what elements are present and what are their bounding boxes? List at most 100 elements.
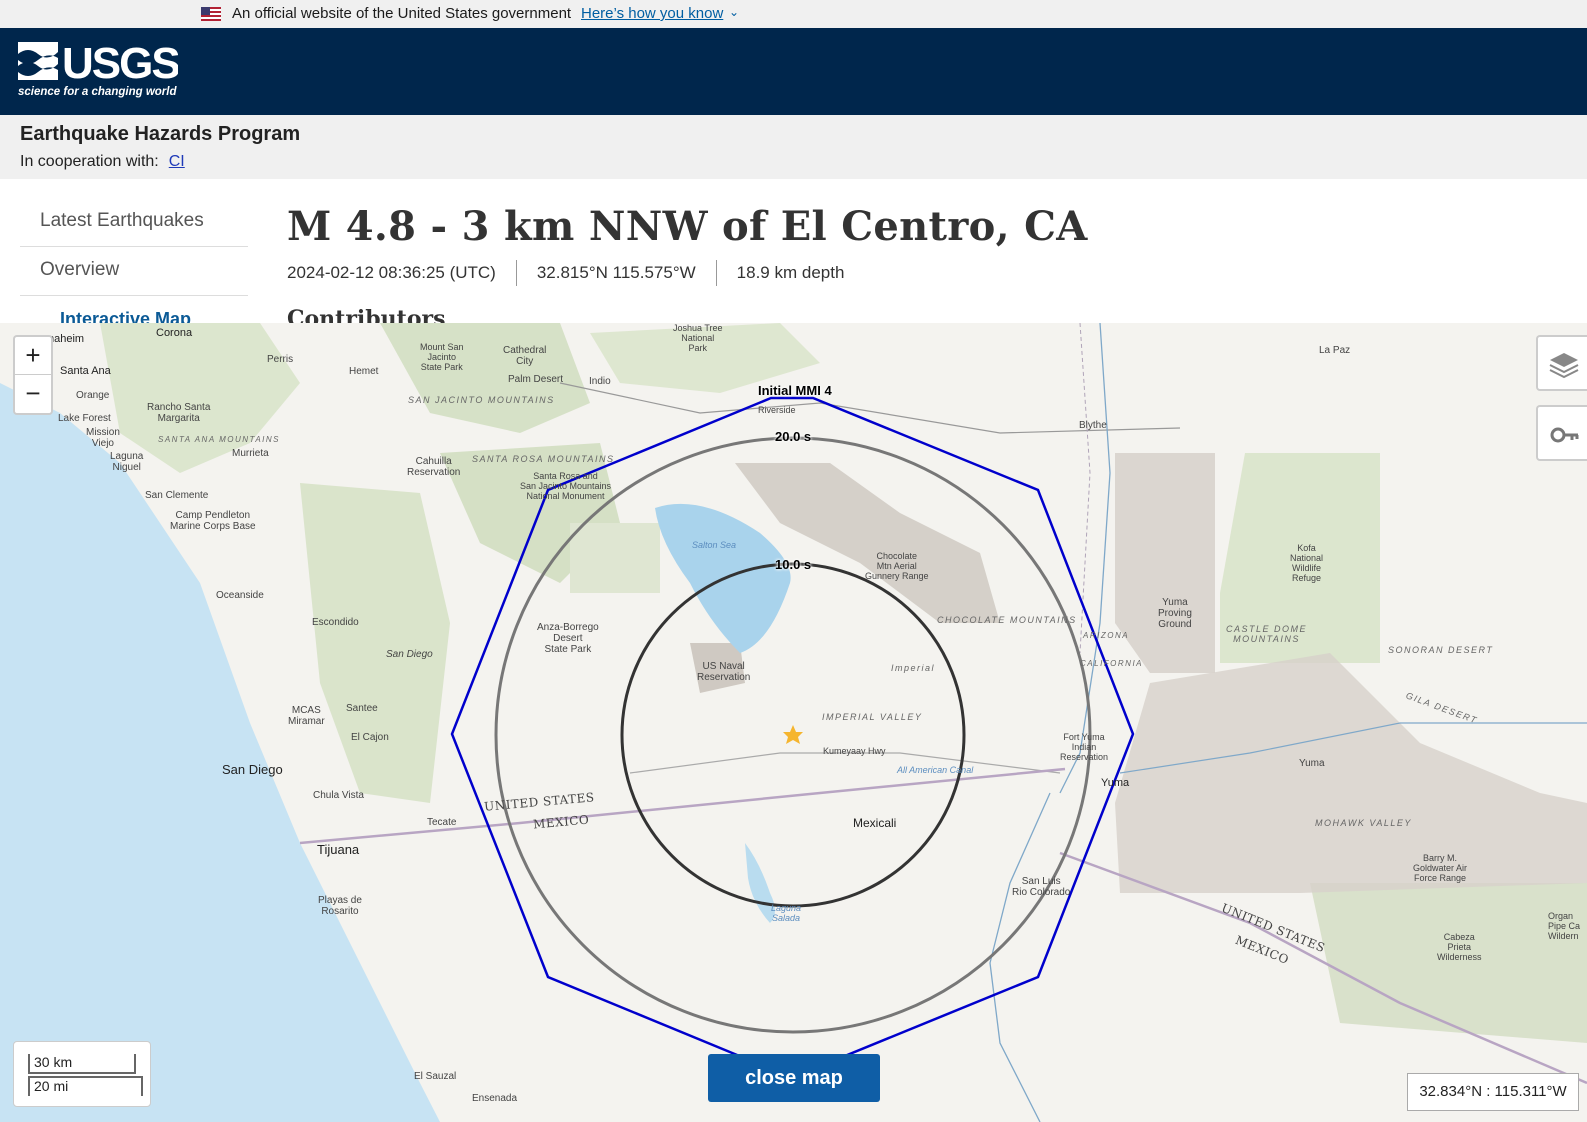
place-tijuana: Tijuana [317,842,360,857]
place-castle-dome: CASTLE DOME MOUNTAINS [1226,624,1308,644]
place-imperial-valley: IMPERIAL VALLEY [822,712,923,722]
place-cabeza-prieta: Cabeza Prieta Wilderness [1437,932,1482,962]
place-cathedral-city: Cathedral City [503,345,547,367]
place-mission-viejo: Mission Viejo [86,427,120,449]
place-santa-ana: Santa Ana [60,365,111,377]
place-oceanside: Oceanside [216,590,264,601]
close-map-button[interactable]: close map [708,1054,880,1102]
place-blythe: Blythe [1079,420,1107,431]
place-palm-desert: Palm Desert [508,374,564,385]
chevron-down-icon[interactable]: ⌄ [729,5,739,19]
place-rancho-santa-margarita: Rancho Santa Margarita [147,402,211,424]
scale-mi: 20 mi [28,1076,143,1096]
event-meta: 2024-02-12 08:36:25 (UTC) 32.815°N 115.5… [287,260,844,286]
place-mohawk-valley: MOHAWK VALLEY [1315,818,1412,828]
place-yuma-county: Yuma [1299,758,1325,769]
event-time: 2024-02-12 08:36:25 (UTC) [287,263,496,282]
place-murrieta: Murrieta [232,448,269,459]
place-indio: Indio [589,376,611,387]
label-california: CALIFORNIA [1080,659,1144,668]
zoom-control: + − [13,335,53,415]
place-orange: Orange [76,390,110,401]
place-laguna-salada: Laguna Salada [771,903,802,923]
event-depth: 18.9 km depth [736,263,845,282]
usgs-wave-icon [18,42,58,80]
meta-divider [515,260,517,286]
place-el-cajon: El Cajon [351,732,389,743]
place-escondido: Escondido [312,617,359,628]
scale-km: 30 km [28,1054,136,1074]
usgs-logo[interactable]: USGS science for a changing world [18,40,178,102]
gov-banner: An official website of the United States… [0,0,1587,28]
key-icon [1550,427,1579,443]
usgs-tagline: science for a changing world [18,86,177,98]
place-barry-goldwater: Barry M. Goldwater Air Force Range [1413,853,1468,883]
place-yuma-proving-ground: Yuma Proving Ground [1158,597,1192,630]
place-kofa-refuge: Kofa National Wildlife Refuge [1290,543,1324,583]
place-ensenada: Ensenada [472,1093,518,1104]
program-title[interactable]: Earthquake Hazards Program [20,123,300,146]
layers-button[interactable] [1536,335,1587,391]
place-us-naval-reservation: US Naval Reservation [697,661,751,683]
place-joshua-tree: Joshua Tree National Park [673,323,723,353]
cursor-coordinates: 32.834°N : 115.311°W [1407,1073,1579,1111]
place-la-paz: La Paz [1319,345,1351,356]
place-camp-pendleton: Camp Pendleton Marine Corps Base [170,510,256,532]
place-sonoran-desert: SONORAN DESERT [1388,645,1494,655]
place-santa-rosa-monument: Santa Rosa and San Jacinto Mountains Nat… [520,471,612,501]
label-santa-ana-mountains: SANTA ANA MOUNTAINS [158,435,280,444]
nav-overview[interactable]: Overview [20,247,248,296]
cooperation-link[interactable]: CI [169,153,185,170]
event-title: M 4.8 - 3 km NNW of El Centro, CA [287,203,1088,250]
label-chocolate-mountains: CHOCOLATE MOUNTAINS [937,615,1077,625]
place-imperial: Imperial [891,663,936,673]
map-scale: 30 km 20 mi [13,1041,151,1107]
place-salton-sea: Salton Sea [692,540,737,550]
place-mcas-miramar: MCAS Miramar [288,705,325,727]
legend-button[interactable] [1536,405,1587,461]
site-header: USGS science for a changing world [0,28,1587,115]
place-chocolate-gunnery-range: Chocolate Mtn Aerial Gunnery Range [865,551,929,581]
cooperation-line: In cooperation with: CI [20,153,185,171]
program-bar: Earthquake Hazards Program In cooperatio… [0,115,1587,179]
place-laguna-niguel: Laguna Niguel [110,451,144,473]
place-san-diego-county: San Diego [386,649,433,660]
us-flag-icon [201,7,221,21]
place-anaheim: naheim [48,333,85,345]
place-yuma: Yuma [1101,777,1130,789]
mmi-ring-label: Initial MMI 4 [758,383,832,398]
place-lake-forest: Lake Forest [58,413,111,424]
place-organ-pipe: Organ Pipe Ca Wildern [1548,911,1581,941]
nav-latest-earthquakes[interactable]: Latest Earthquakes [20,198,248,247]
place-el-sauzal: El Sauzal [414,1071,457,1082]
layers-icon [1549,353,1579,379]
heres-how-link[interactable]: Here’s how you know [581,5,723,22]
label-santa-rosa-mountains: SANTA ROSA MOUNTAINS [472,454,615,464]
place-tecate: Tecate [427,817,457,828]
label-san-jacinto-mountains: SAN JACINTO MOUNTAINS [408,395,555,405]
place-all-american-canal: All American Canal [897,765,974,775]
place-corona: Corona [156,327,193,339]
zoom-in-button[interactable]: + [15,337,51,375]
place-perris: Perris [267,354,294,365]
place-san-luis: San Luis Rio Colorado [1012,876,1071,898]
place-mexicali: Mexicali [853,816,897,830]
place-cahuilla-reservation: Cahuilla Reservation [407,456,461,478]
place-hemet: Hemet [349,366,379,377]
interactive-map[interactable]: Initial MMI 4 20.0 s 10.0 s naheim Coron… [0,323,1587,1122]
meta-divider [715,260,717,286]
place-anza-borrego: Anza-Borrego Desert State Park [537,622,599,655]
place-santee: Santee [346,703,378,714]
cooperation-label: In cooperation with: [20,153,159,170]
usgs-logo-text: USGS [62,40,178,88]
zoom-out-button[interactable]: − [15,375,51,412]
outer-ring-label: 20.0 s [775,429,812,444]
inner-ring-label: 10.0 s [775,557,812,572]
place-playas-de-rosarito: Playas de Rosarito [318,895,362,917]
place-riverside: Riverside [758,405,796,415]
gov-banner-text: An official website of the United States… [232,5,572,22]
epicenter-marker[interactable] [774,716,812,754]
event-location: 32.815°N 115.575°W [536,263,696,282]
place-san-diego: San Diego [222,762,283,777]
place-mount-san-jacinto: Mount San Jacinto State Park [420,342,464,372]
